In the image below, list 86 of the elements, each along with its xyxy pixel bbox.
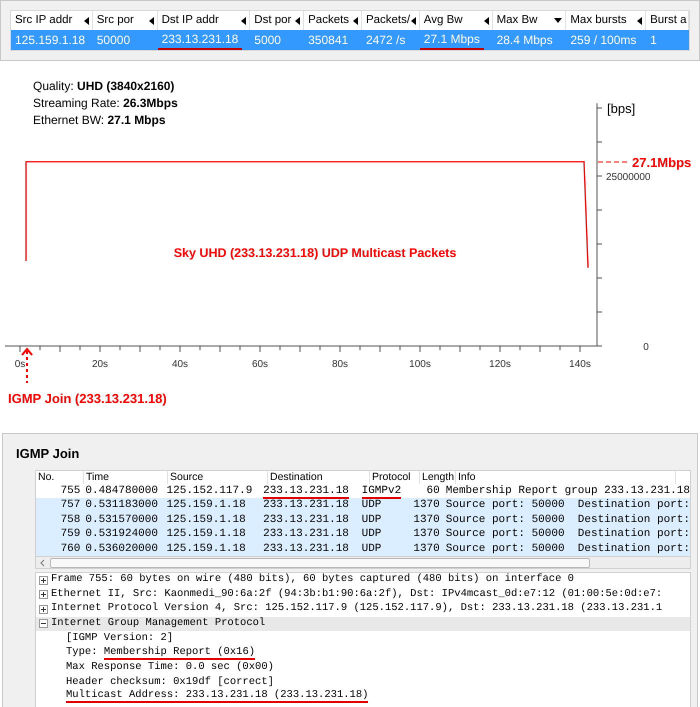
table-cell: Source port: 50000 Destination port: <box>446 528 690 540</box>
collapse-icon[interactable] <box>39 619 48 628</box>
caret-down-icon <box>554 18 562 24</box>
expand-icon[interactable] <box>39 590 48 600</box>
section-title: IGMP Join <box>15 445 80 463</box>
table-cell-text: 350841 <box>308 32 348 49</box>
table-cell-text: 5000 <box>254 32 281 49</box>
info-text: Quality: UHD (3840x2160) <box>33 79 174 93</box>
caret-left-icon <box>241 16 246 24</box>
tree-item[interactable]: [IGMP Version: 2] <box>66 632 174 644</box>
y-tick-label: 25000000 <box>606 172 650 183</box>
table-cell: 1370 <box>413 514 440 526</box>
table-cell: Source port: 50000 Destination port: <box>446 514 690 526</box>
level-annotation: 27.1Mbps <box>598 155 692 170</box>
table-cell: 233.13.231.18 <box>263 499 349 511</box>
table-cell: 1370 <box>413 542 440 554</box>
table-cell: 0.531183000 <box>85 499 158 511</box>
chart-title: Sky UHD (233.13.231.18) UDP Multicast Packets <box>174 246 456 260</box>
table-cell: 1370 <box>413 528 440 540</box>
x-tick-label: 60s <box>252 359 268 370</box>
caret-left-icon <box>637 16 642 24</box>
packet-row[interactable]: 760 0.536020000 125.159.1.18 233.13.231.18 UDP 1370 Source port: 50000 Destination port: <box>36 542 690 556</box>
caret-left-icon <box>410 16 416 24</box>
table-cell: 759 <box>60 528 80 540</box>
table-cell: 755 <box>60 484 80 496</box>
table-cell: 125.159.1.18 <box>166 514 246 526</box>
table-cell: 125.152.117.9 <box>166 484 252 496</box>
table-cell: 757 <box>60 499 80 511</box>
tree-item[interactable]: Frame 755: 60 bytes on wire (480 bits), 60 bytes captured (480 bits) on interface 0 <box>51 573 574 588</box>
caret-left-icon <box>484 16 489 24</box>
table-cell-text: 1 <box>650 32 657 49</box>
table-cell: 0.531570000 <box>85 514 158 526</box>
table-cell: 125.159.1.18 <box>166 542 246 554</box>
x-tick-label: 100s <box>409 359 431 370</box>
table-cell-text: 125.159.1.18 <box>15 32 86 49</box>
table-cell: 233.13.231.18 <box>263 542 349 554</box>
table-cell-text: 2472 /s <box>366 32 406 49</box>
table-cell: 125.159.1.18 <box>166 528 246 540</box>
caret-left-icon <box>148 16 154 24</box>
y-tick-label: 0 <box>643 342 649 353</box>
x-tick-label: 0s <box>14 359 26 370</box>
packet-row[interactable]: 758 0.531570000 125.159.1.18 233.13.231.18 UDP 1370 Source port: 50000 Destination port: <box>36 512 690 527</box>
scroll-thumb[interactable] <box>50 558 590 568</box>
caret-left-icon <box>352 16 358 24</box>
x-tick-label: 40s <box>172 359 188 370</box>
tree-item[interactable]: Internet Protocol Version 4, Src: 125.152.117.9 (125.152.117.9), Dst: 233.13.231.18 (233.13.231.1 <box>51 601 662 618</box>
table-cell-text: 50000 <box>96 32 130 49</box>
table-cell: UDP <box>362 528 382 540</box>
table-cell: UDP <box>362 499 382 511</box>
tree-item[interactable]: Type: Membership Report (0x16) <box>66 644 256 661</box>
x-tick-label: 140s <box>569 359 591 370</box>
table-cell: UDP <box>362 514 382 526</box>
tree-item[interactable]: Multicast Address: 233.13.231.18 (233.13.231.18) <box>66 689 368 704</box>
table-cell: 60 <box>426 484 440 496</box>
expand-icon[interactable] <box>39 576 48 585</box>
table-cell: 125.159.1.18 <box>166 499 246 511</box>
tree-item[interactable]: Max Response Time: 0.0 sec (0x00) <box>66 661 274 674</box>
caret-left-icon <box>84 16 89 24</box>
table-cell: 233.13.231.18 <box>263 514 349 526</box>
x-tick-label: 20s <box>92 359 108 370</box>
table-cell: 0.531924000 <box>85 528 158 540</box>
table-cell-text: 259 / 100ms <box>570 32 636 49</box>
table-cell: 233.13.231.18 <box>158 30 242 50</box>
tree-item[interactable]: Ethernet II, Src: Kaonmedi_90:6a:2f (94:3b:b1:90:6a:2f), Dst: IPv4mcast_0d:e7:12 (01:00:5e:0d:e7: <box>51 586 662 603</box>
table-cell: 0.536020000 <box>85 542 158 554</box>
packet-row[interactable]: 757 0.531183000 125.159.1.18 233.13.231.18 UDP 1370 Source port: 50000 Destination port: <box>36 498 690 512</box>
table-cell: 0.484780000 <box>85 484 158 496</box>
table-cell: 27.1 Mbps <box>420 30 484 50</box>
y-axis-label: [bps] <box>607 101 636 116</box>
table-cell: UDP <box>362 542 382 554</box>
table-cell: 758 <box>60 514 80 526</box>
x-tick-label: 120s <box>489 359 511 370</box>
info-text: Streaming Rate: 26.3Mbps <box>33 96 178 110</box>
table-cell: 233.13.231.18 <box>263 528 349 540</box>
info-text: Ethernet BW: 27.1 Mbps <box>33 113 166 127</box>
expand-icon[interactable] <box>39 604 48 614</box>
table-cell: Membership Report group 233.13.231.18 <box>446 484 690 496</box>
table-cell: 1370 <box>413 499 440 511</box>
packet-row[interactable]: 759 0.531924000 125.159.1.18 233.13.231.18 UDP 1370 Source port: 50000 Destination port: <box>36 527 690 542</box>
caret-left-icon <box>295 16 300 24</box>
table-cell: 760 <box>60 542 80 554</box>
table-cell: Source port: 50000 Destination port: <box>446 542 690 554</box>
table-cell: Source port: 50000 Destination port: <box>446 499 690 511</box>
tree-item[interactable]: Header checksum: 0x19df [correct] <box>66 676 274 688</box>
table-cell-text: 28.4 Mbps <box>496 32 553 49</box>
x-tick-label: 80s <box>332 359 348 370</box>
